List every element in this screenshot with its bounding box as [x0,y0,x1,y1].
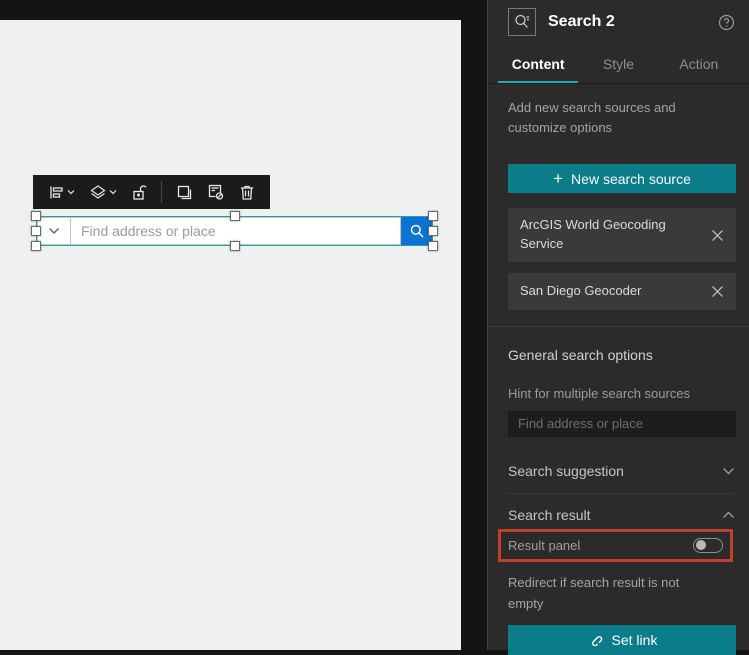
chevron-down-icon [109,189,117,195]
section-divider [508,492,735,494]
selection-handle[interactable] [428,211,438,221]
highlight-annotation: Result panel [498,528,733,562]
source-item-arcgis[interactable]: ArcGIS World Geocoding Service [508,208,736,262]
link-icon [587,631,604,648]
order-button[interactable] [84,180,122,205]
delete-button[interactable] [234,180,260,205]
set-link-button[interactable]: Set link [508,624,736,655]
chevron-up-icon [722,511,735,519]
result-panel-toggle[interactable] [693,537,723,553]
section-divider [488,325,749,327]
delete-icon [239,184,255,201]
plus-icon: + [553,168,564,188]
order-icon [89,184,107,201]
source-name: ArcGIS World Geocoding Service [520,217,666,252]
general-options-heading: General search options [508,346,653,363]
selection-handle[interactable] [31,211,41,221]
toolbar-divider [161,181,162,203]
help-circle-icon[interactable] [718,14,735,31]
search-widget-selection [31,211,438,251]
hint-input[interactable] [508,410,736,437]
page-title: Search 2 [548,13,615,30]
panel-header: Search 2 [488,0,749,42]
source-item-sandiego[interactable]: San Diego Geocoder [508,272,736,310]
design-canvas[interactable] [0,20,461,650]
set-link-label: Set link [611,631,658,648]
source-dropdown-button[interactable] [37,217,70,245]
result-panel-label: Result panel [508,537,581,553]
panel-description: Add new search sources and customize opt… [508,100,676,136]
selection-handle[interactable] [428,241,438,251]
align-button[interactable] [43,180,80,205]
chevron-down-icon [48,227,60,235]
new-search-source-button[interactable]: + New search source [508,164,736,194]
unlock-button[interactable] [126,180,152,205]
result-panel-row: Result panel [508,537,723,553]
align-icon [48,184,65,201]
chevron-down-icon [722,467,735,475]
chevron-down-icon [67,189,75,195]
search-suggestion-section[interactable]: Search suggestion [508,463,735,479]
pending-icon [207,183,225,201]
close-icon[interactable] [709,227,726,244]
widget-toolbar [33,175,270,209]
search-result-section[interactable]: Search result [508,507,735,523]
unlock-icon [131,184,147,201]
search-suggestion-label: Search suggestion [508,462,624,479]
duplicate-button[interactable] [171,180,198,205]
selection-handle[interactable] [31,241,41,251]
tab-action[interactable]: Action [659,48,739,83]
tab-style[interactable]: Style [578,48,658,83]
magnifier-icon [409,223,425,239]
search-input[interactable] [71,223,400,239]
tab-content[interactable]: Content [498,48,579,83]
redirect-label: Redirect if search result is not empty [508,574,680,611]
hint-label: Hint for multiple search sources [508,385,691,401]
widget-settings-panel: Search 2 Content Style Action Add new se… [487,0,749,655]
pending-button[interactable] [202,179,230,205]
selection-handle[interactable] [230,241,240,251]
panel-tabs: Content Style Action [488,42,749,84]
close-icon[interactable] [709,283,726,300]
selection-handle[interactable] [428,226,438,236]
selection-handle[interactable] [230,211,240,221]
search-suggest-icon [508,8,536,36]
new-search-source-label: New search source [571,170,691,187]
search-result-label: Search result [508,506,591,523]
toggle-knob [696,540,706,551]
duplicate-icon [176,184,193,201]
source-name: San Diego Geocoder [520,283,642,299]
selection-handle[interactable] [31,226,41,236]
